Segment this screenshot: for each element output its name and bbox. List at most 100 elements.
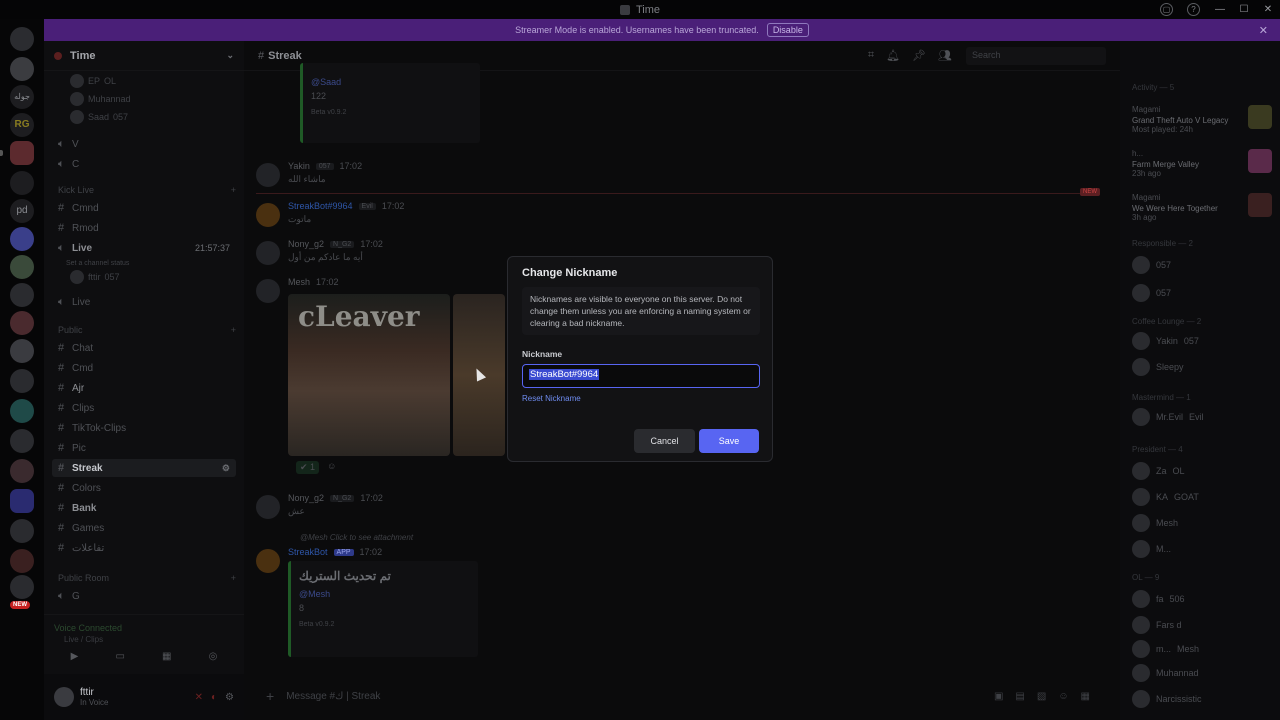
server-icon[interactable]	[10, 171, 34, 195]
author-name[interactable]: Nony_g2	[288, 493, 324, 503]
category-kick-live[interactable]: Kick Live +	[58, 183, 236, 197]
add-channel-icon[interactable]: +	[231, 185, 236, 195]
server-icon[interactable]: RG	[10, 113, 34, 137]
settings-gear-icon[interactable]: ⚙	[222, 463, 230, 474]
server-icon[interactable]	[10, 141, 34, 165]
cancel-button[interactable]: Cancel	[634, 429, 695, 453]
channel-v[interactable]: 🔈︎ V	[52, 135, 236, 153]
activity-card[interactable]: Magami Grand Theft Auto V Legacy Most pl…	[1132, 105, 1272, 134]
camera-icon[interactable]: ▶	[71, 651, 79, 662]
apps-icon[interactable]: ▦	[1081, 691, 1090, 702]
server-icon[interactable]: pd	[10, 199, 34, 223]
message-composer[interactable]: + Message #ك | Streak ▣ ▤ ▧ ☺ ▦	[256, 682, 1100, 710]
banner-close-icon[interactable]: ✕	[1259, 24, 1268, 37]
server-icon[interactable]	[10, 519, 34, 543]
voice-user[interactable]: Saad 057	[70, 109, 128, 125]
attach-plus-icon[interactable]: +	[266, 688, 274, 704]
add-reaction-icon[interactable]: ☺	[327, 461, 336, 474]
nickname-input[interactable]: StreakBot#9964	[522, 364, 760, 388]
category-public-room[interactable]: Public Room +	[58, 571, 236, 585]
help-icon[interactable]: ?	[1187, 3, 1200, 16]
screen-share-icon[interactable]: ▭	[115, 651, 124, 662]
channel-pic[interactable]: # Pic	[52, 439, 236, 457]
attachment-image[interactable]: cLeaver	[288, 294, 450, 456]
search-input[interactable]: Search	[966, 46, 1106, 65]
server-icon[interactable]: جوله	[10, 85, 34, 109]
member-item[interactable]: Sleepy	[1132, 355, 1184, 379]
member-item[interactable]: Muhannad	[1132, 661, 1199, 685]
member-item[interactable]: fa 506	[1132, 587, 1185, 611]
channel-interactions[interactable]: # تفاعلات	[52, 539, 236, 557]
add-channel-icon[interactable]: +	[231, 325, 236, 335]
bell-icon[interactable]: 🔔︎	[886, 49, 900, 62]
avatar[interactable]	[54, 687, 74, 707]
server-icon[interactable]	[10, 311, 34, 335]
category-public[interactable]: Public +	[58, 323, 236, 337]
minimize-icon[interactable]: —	[1208, 0, 1232, 19]
reaction-chip[interactable]: ✔ 1	[296, 461, 320, 474]
avatar[interactable]	[256, 495, 280, 519]
channel-cmnd[interactable]: # Cmnd	[52, 199, 236, 217]
member-item[interactable]: KA GOAT	[1132, 485, 1199, 509]
channel-c[interactable]: 🔈︎ C	[52, 155, 236, 173]
message[interactable]: Yakin 057 17:02 ماشاء الله	[256, 161, 1100, 187]
author-name[interactable]: Mesh	[288, 277, 310, 287]
voice-user[interactable]: EP OL	[70, 73, 116, 89]
mention[interactable]: @Mesh	[299, 589, 470, 599]
composer-input[interactable]: Message #ك | Streak	[286, 691, 380, 702]
server-icon[interactable]	[10, 459, 34, 483]
member-item[interactable]: 057	[1132, 253, 1171, 277]
voice-channel[interactable]: Live / Clips	[64, 635, 103, 644]
save-button[interactable]: Save	[699, 429, 759, 453]
author-name[interactable]: Yakin	[288, 161, 310, 171]
server-icon[interactable]	[10, 549, 34, 573]
avatar[interactable]	[256, 241, 280, 265]
inbox-icon[interactable]: ▢	[1160, 3, 1173, 16]
home-icon[interactable]	[10, 27, 34, 51]
channel-live-2[interactable]: 🔈︎ Live	[52, 293, 236, 311]
member-item[interactable]: Mesh	[1132, 511, 1178, 535]
server-icon[interactable]	[10, 489, 34, 513]
message[interactable]: StreakBot#9964 Evil 17:02 ماتوت	[256, 201, 1100, 227]
gift-icon[interactable]: ▣	[994, 691, 1003, 702]
message[interactable]: StreakBot APP 17:02 تم تحديث الستريك @Mesh…	[256, 547, 1100, 657]
reset-nickname-link[interactable]: Reset Nickname	[522, 394, 581, 403]
voice-user[interactable]: fttir 057	[70, 269, 120, 285]
member-item[interactable]: Za OL	[1132, 459, 1185, 483]
channel-bank[interactable]: # Bank	[52, 499, 236, 517]
author-name[interactable]: StreakBot#9964	[288, 201, 353, 211]
server-icon[interactable]	[10, 283, 34, 307]
mute-icon[interactable]: ✕	[195, 692, 203, 703]
avatar[interactable]	[256, 203, 280, 227]
server-icon[interactable]	[10, 339, 34, 363]
soundboard-icon[interactable]: ◎	[209, 651, 218, 662]
channel-cmd[interactable]: # Cmd	[52, 359, 236, 377]
mention[interactable]: @Saad	[311, 77, 472, 87]
author-name[interactable]: Nony_g2	[288, 239, 324, 249]
channel-chat[interactable]: # Chat	[52, 339, 236, 357]
members-icon[interactable]: 👥︎	[938, 49, 952, 62]
add-channel-icon[interactable]: +	[231, 573, 236, 583]
member-item[interactable]: Mr.Evil Evil	[1132, 405, 1204, 429]
member-item[interactable]: Narcissistic	[1132, 687, 1202, 711]
voice-user[interactable]: Muhannad	[70, 91, 131, 107]
activity-card[interactable]: Magami We Were Here Together 3h ago	[1132, 193, 1272, 222]
emoji-icon[interactable]: ☺	[1058, 691, 1068, 702]
server-header[interactable]: Time ⌄	[44, 41, 244, 71]
settings-gear-icon[interactable]: ⚙	[225, 692, 234, 703]
member-item[interactable]: M...	[1132, 537, 1171, 561]
server-icon[interactable]	[10, 255, 34, 279]
threads-icon[interactable]: ⌗	[868, 49, 874, 62]
channel-g[interactable]: 🔈︎ G	[52, 587, 236, 605]
sticker-icon[interactable]: ▧	[1037, 691, 1046, 702]
channel-games[interactable]: # Games	[52, 519, 236, 537]
avatar[interactable]	[256, 279, 280, 303]
channel-tiktok-clips[interactable]: # TikTok-Clips	[52, 419, 236, 437]
member-item[interactable]: Yakin 057	[1132, 329, 1199, 353]
reply-preview[interactable]: @Mesh Click to see attachment	[300, 533, 413, 542]
author-name[interactable]: StreakBot	[288, 547, 328, 557]
channel-rmod[interactable]: # Rmod	[52, 219, 236, 237]
channel-streak[interactable]: # Streak ⚙	[52, 459, 236, 477]
maximize-icon[interactable]: ☐	[1232, 0, 1256, 19]
avatar[interactable]	[256, 163, 280, 187]
